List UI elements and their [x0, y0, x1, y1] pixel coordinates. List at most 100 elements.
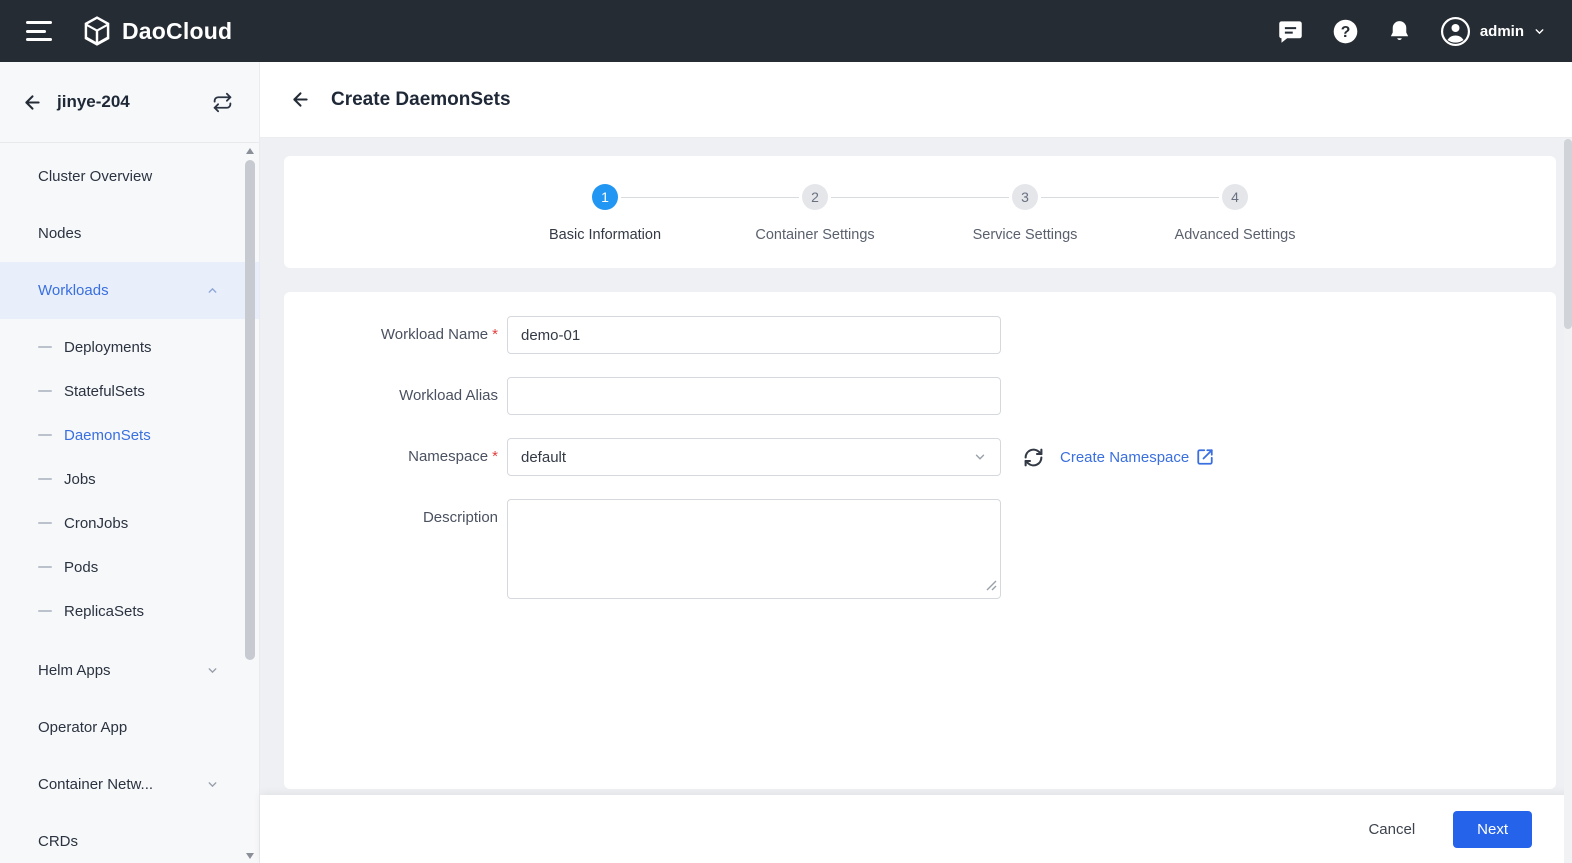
cluster-name: jinye-204 — [57, 92, 130, 111]
sidebar-item-daemonsets[interactable]: DaemonSets — [0, 413, 259, 457]
refresh-namespaces-icon[interactable] — [1023, 447, 1044, 468]
sidebar: jinye-204 Cluster Overview Nodes Workloa… — [0, 62, 260, 863]
nav-label: Helm Apps — [38, 662, 111, 679]
namespace-selected-value: default — [521, 448, 567, 466]
nav-label: Pods — [64, 558, 99, 576]
workload-name-row: Workload Name * — [284, 316, 1556, 354]
user-menu[interactable]: admin — [1440, 16, 1546, 47]
chevron-down-icon — [206, 778, 219, 791]
workload-name-label: Workload Name * — [380, 326, 498, 343]
namespace-row: Namespace * default Create Namespace — [284, 438, 1556, 476]
dash-icon — [38, 390, 52, 392]
chat-icon[interactable] — [1277, 18, 1304, 45]
workloads-sub-list: Deployments StatefulSets DaemonSets Jobs — [0, 325, 259, 633]
main-scrollbar[interactable] — [1564, 139, 1572, 863]
scroll-down-icon[interactable] — [246, 853, 254, 859]
step-connector — [621, 197, 799, 198]
workload-alias-label: Workload Alias — [399, 387, 498, 404]
sidebar-item-cluster-overview[interactable]: Cluster Overview — [0, 148, 259, 205]
sidebar-item-workloads[interactable]: Workloads — [0, 262, 259, 319]
sidebar-item-jobs[interactable]: Jobs — [0, 457, 259, 501]
sidebar-item-helm-apps[interactable]: Helm Apps — [0, 642, 259, 699]
bell-icon[interactable] — [1387, 19, 1412, 44]
nav-label: StatefulSets — [64, 382, 145, 400]
namespace-label: Namespace * — [408, 448, 498, 465]
description-textarea[interactable] — [507, 499, 1001, 599]
dash-icon — [38, 566, 52, 568]
back-icon[interactable] — [290, 89, 311, 110]
sidebar-item-crds[interactable]: CRDs — [0, 813, 259, 863]
stepper-card: 1 Basic Information 2 Container Settings… — [284, 156, 1556, 268]
nav-label: CRDs — [38, 833, 78, 850]
sidebar-header: jinye-204 — [0, 62, 259, 143]
switch-cluster-icon[interactable] — [212, 92, 233, 113]
cancel-button[interactable]: Cancel — [1358, 813, 1425, 846]
sidebar-item-nodes[interactable]: Nodes — [0, 205, 259, 262]
step-number: 2 — [802, 184, 828, 210]
app-window: DaoCloud ? admin jinye-204 Cluster Overv… — [0, 0, 1572, 863]
nav-label: Cluster Overview — [38, 168, 153, 185]
workload-alias-input[interactable] — [507, 377, 1001, 415]
page-header: Create DaemonSets — [260, 62, 1572, 138]
nav-label: Container Netw... — [38, 776, 154, 793]
nav-label: Nodes — [38, 225, 82, 242]
workload-alias-row: Workload Alias — [284, 377, 1556, 415]
resize-handle-icon[interactable] — [986, 580, 997, 591]
sidebar-item-operator-app[interactable]: Operator App — [0, 699, 259, 756]
sidebar-item-replicasets[interactable]: ReplicaSets — [0, 589, 259, 633]
step-number: 1 — [592, 184, 618, 210]
step-advanced-settings: 4 Advanced Settings — [1175, 184, 1295, 243]
scrollbar-thumb[interactable] — [245, 160, 255, 660]
nav-label: Workloads — [38, 282, 109, 299]
chevron-down-icon — [973, 450, 987, 464]
dash-icon — [38, 434, 52, 436]
scrollbar-thumb[interactable] — [1564, 139, 1572, 329]
required-mark: * — [492, 326, 498, 343]
dash-icon — [38, 522, 52, 524]
brand[interactable]: DaoCloud — [82, 15, 232, 47]
sidebar-nav: Cluster Overview Nodes Workloads Deploym… — [0, 143, 259, 863]
daocloud-logo-icon — [82, 15, 112, 47]
dash-icon — [38, 346, 52, 348]
nav-label: DaemonSets — [64, 426, 151, 444]
sidebar-item-cronjobs[interactable]: CronJobs — [0, 501, 259, 545]
next-button[interactable]: Next — [1453, 810, 1532, 848]
nav-label: CronJobs — [64, 514, 129, 532]
scroll-up-icon[interactable] — [246, 148, 254, 154]
description-row: Description — [284, 499, 1556, 599]
help-icon[interactable]: ? — [1332, 18, 1359, 45]
description-label: Description — [422, 509, 498, 526]
brand-name: DaoCloud — [122, 17, 233, 44]
avatar-icon — [1440, 16, 1471, 47]
main-area: Create DaemonSets 1 Basic Information 2 … — [260, 62, 1572, 863]
topbar: DaoCloud ? admin — [0, 0, 1572, 62]
page-title: Create DaemonSets — [331, 88, 511, 110]
content: 1 Basic Information 2 Container Settings… — [260, 138, 1572, 795]
dash-icon — [38, 610, 52, 612]
sidebar-item-pods[interactable]: Pods — [0, 545, 259, 589]
chevron-down-icon — [1533, 25, 1546, 38]
workload-name-input[interactable] — [507, 316, 1001, 354]
required-mark: * — [492, 448, 498, 465]
stepper: 1 Basic Information 2 Container Settings… — [549, 184, 1295, 268]
sidebar-item-deployments[interactable]: Deployments — [0, 325, 259, 369]
basic-information-form: Workload Name* Workload Alias Namespace* — [284, 292, 1556, 789]
step-label: Service Settings — [972, 227, 1078, 243]
chevron-down-icon — [206, 664, 219, 677]
dash-icon — [38, 478, 52, 480]
step-label: Container Settings — [755, 227, 875, 243]
step-number: 3 — [1012, 184, 1038, 210]
menu-icon[interactable] — [26, 21, 52, 41]
namespace-select[interactable]: default — [507, 438, 1001, 476]
create-namespace-link[interactable]: Create Namespace — [1060, 448, 1214, 466]
chevron-up-icon — [206, 284, 219, 297]
sidebar-item-container-network[interactable]: Container Netw... — [0, 756, 259, 813]
sidebar-scrollbar[interactable] — [245, 148, 255, 859]
back-icon[interactable] — [22, 92, 43, 113]
step-connector — [831, 197, 1009, 198]
external-link-icon — [1196, 448, 1214, 466]
step-label: Advanced Settings — [1174, 227, 1296, 243]
step-label: Basic Information — [548, 227, 662, 243]
nav-label: Deployments — [64, 338, 152, 356]
sidebar-item-statefulsets[interactable]: StatefulSets — [0, 369, 259, 413]
